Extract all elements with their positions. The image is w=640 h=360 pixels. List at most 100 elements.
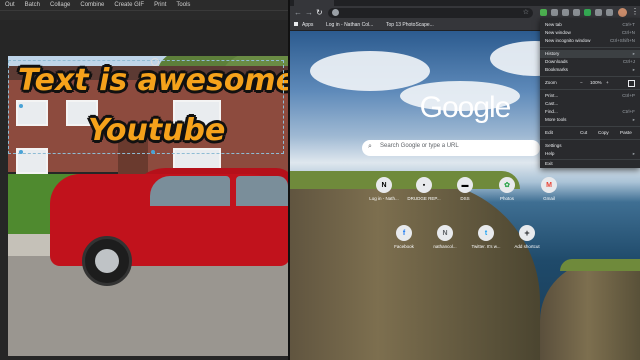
bookmark-photoscape[interactable]: Top 13 PhotoScape...	[386, 22, 434, 28]
shortcut-label: nathancol...	[433, 244, 457, 249]
shortcut-tile[interactable]: M Gmail	[530, 177, 568, 201]
menu-label: History	[545, 51, 560, 56]
extension-icon[interactable]	[551, 9, 558, 16]
shortcut-icon: N	[376, 177, 392, 193]
resize-handle[interactable]	[151, 150, 155, 154]
back-icon[interactable]: ←	[294, 8, 302, 17]
shortcut-tile[interactable]: ▪ DRUDGE REP...	[405, 177, 443, 201]
menu-item-new-tab[interactable]: New tab Ctrl+T	[540, 21, 640, 29]
menu-tools[interactable]: Tools	[171, 2, 195, 8]
add-shortcut-button[interactable]: + Add shortcut	[508, 225, 546, 249]
menu-shortcut: Ctrl+T	[622, 22, 635, 27]
plus-icon: +	[519, 225, 535, 241]
menu-label: Edit	[545, 130, 553, 135]
menu-label: Zoom	[545, 80, 557, 85]
menu-item-new-incognito[interactable]: New incognito window Ctrl+Shift+N	[540, 37, 640, 45]
shortcut-icon: ✿	[499, 177, 515, 193]
background-rock-grass	[560, 259, 640, 271]
menu-item-help[interactable]: Help ▸	[540, 150, 640, 158]
chevron-right-icon: ▸	[632, 51, 635, 56]
menu-item-find[interactable]: Find... Ctrl+F	[540, 108, 640, 116]
background-rock	[540, 261, 640, 360]
zoom-in-button[interactable]: +	[606, 80, 609, 85]
menu-label: New window	[545, 30, 571, 35]
menu-item-downloads[interactable]: Downloads Ctrl+J	[540, 58, 640, 66]
shortcut-icon: ▬	[457, 177, 473, 193]
menu-item-history[interactable]: History ▸	[540, 50, 640, 58]
search-icon: ⌕	[368, 143, 372, 150]
menu-out[interactable]: Out	[0, 2, 20, 8]
menu-item-cast[interactable]: Cast...	[540, 100, 640, 108]
forward-icon[interactable]: →	[305, 8, 313, 17]
chevron-right-icon: ▸	[632, 117, 635, 122]
car-wheel	[82, 236, 132, 286]
cut-button[interactable]: Cut	[580, 130, 587, 135]
menu-print[interactable]: Print	[149, 2, 171, 8]
text-selection-box[interactable]	[8, 60, 284, 154]
address-bar[interactable]: ☆	[328, 8, 533, 18]
menu-item-more-tools[interactable]: More tools ▸	[540, 116, 640, 124]
shortcut-tile[interactable]: ✿ Photos	[488, 177, 526, 201]
resize-handle[interactable]	[19, 104, 23, 108]
star-icon[interactable]: ☆	[523, 8, 529, 16]
copy-button[interactable]: Copy	[598, 130, 609, 135]
zoom-out-button[interactable]: −	[580, 80, 583, 85]
menu-batch[interactable]: Batch	[20, 2, 45, 8]
bookmark-login[interactable]: Log in - Nathan Col...	[326, 22, 373, 28]
search-placeholder: Search Google or type a URL	[380, 143, 459, 149]
shortcut-icon: M	[541, 177, 557, 193]
shortcut-tile[interactable]: t Twitter. It's w...	[467, 225, 505, 249]
wheel-rim	[95, 249, 119, 273]
extension-icon[interactable]	[584, 9, 591, 16]
shortcut-label: Gmail	[543, 196, 555, 201]
extension-icon[interactable]	[573, 9, 580, 16]
reload-icon[interactable]: ↻	[316, 8, 323, 17]
paste-button[interactable]: Paste	[620, 130, 632, 135]
menu-collage[interactable]: Collage	[45, 2, 75, 8]
menu-label: Exit	[545, 161, 553, 166]
chevron-right-icon: ▸	[632, 151, 635, 156]
shortcut-icon: N	[437, 225, 453, 241]
menu-shortcut: Ctrl+J	[622, 59, 635, 64]
kebab-menu-icon[interactable]: ⋮	[631, 7, 639, 16]
menu-shortcut: Ctrl+F	[622, 109, 635, 114]
profile-avatar[interactable]	[618, 8, 627, 17]
shortcut-label: DRUDGE REP...	[407, 196, 441, 201]
chrome-main-menu: New tab Ctrl+T New window Ctrl+N New incog…	[540, 18, 640, 168]
chrome-window: ← → ↻ ☆ ⋮ Apps Log in - Nathan Col... To…	[290, 0, 640, 360]
shortcut-tile[interactable]: f Facebook	[385, 225, 423, 249]
menu-label: Cast...	[545, 101, 559, 106]
menu-create-gif[interactable]: Create GIF	[109, 2, 149, 8]
menu-shortcut: Ctrl+P	[622, 93, 635, 98]
shortcut-icon: t	[478, 225, 494, 241]
menu-combine[interactable]: Combine	[75, 2, 109, 8]
menu-label: New tab	[545, 22, 562, 27]
shortcut-label: Twitter. It's w...	[471, 244, 501, 249]
extension-icon[interactable]	[540, 9, 547, 16]
extension-icon[interactable]	[606, 9, 613, 16]
extension-icon[interactable]	[595, 9, 602, 16]
extension-icon[interactable]	[562, 9, 569, 16]
menu-item-settings[interactable]: Settings	[540, 142, 640, 150]
resize-handle[interactable]	[19, 150, 23, 154]
site-info-icon[interactable]	[332, 9, 339, 16]
menu-item-bookmarks[interactable]: Bookmarks ▸	[540, 66, 640, 74]
menu-separator	[540, 89, 640, 90]
shortcut-icon: f	[396, 225, 412, 241]
search-box[interactable]: ⌕ Search Google or type a URL	[362, 140, 540, 156]
rotate-handle[interactable]	[151, 58, 159, 66]
menu-item-new-window[interactable]: New window Ctrl+N	[540, 29, 640, 37]
fullscreen-icon[interactable]	[628, 80, 635, 87]
photo-road	[8, 256, 288, 356]
car-window	[150, 176, 230, 206]
shortcut-tile[interactable]: N nathancol...	[426, 225, 464, 249]
shortcut-tile[interactable]: N Log in - Nath...	[365, 177, 403, 201]
menu-item-print[interactable]: Print... Ctrl+P	[540, 92, 640, 100]
menu-label: Bookmarks	[545, 67, 568, 72]
bookmark-apps[interactable]: Apps	[302, 22, 313, 28]
shortcut-tile[interactable]: ▬ DSS	[446, 177, 484, 201]
zoom-level: 100%	[590, 80, 602, 85]
menu-label: More tools	[545, 117, 567, 122]
menu-label: Help	[545, 151, 555, 156]
menu-item-exit[interactable]: Exit	[540, 160, 640, 168]
